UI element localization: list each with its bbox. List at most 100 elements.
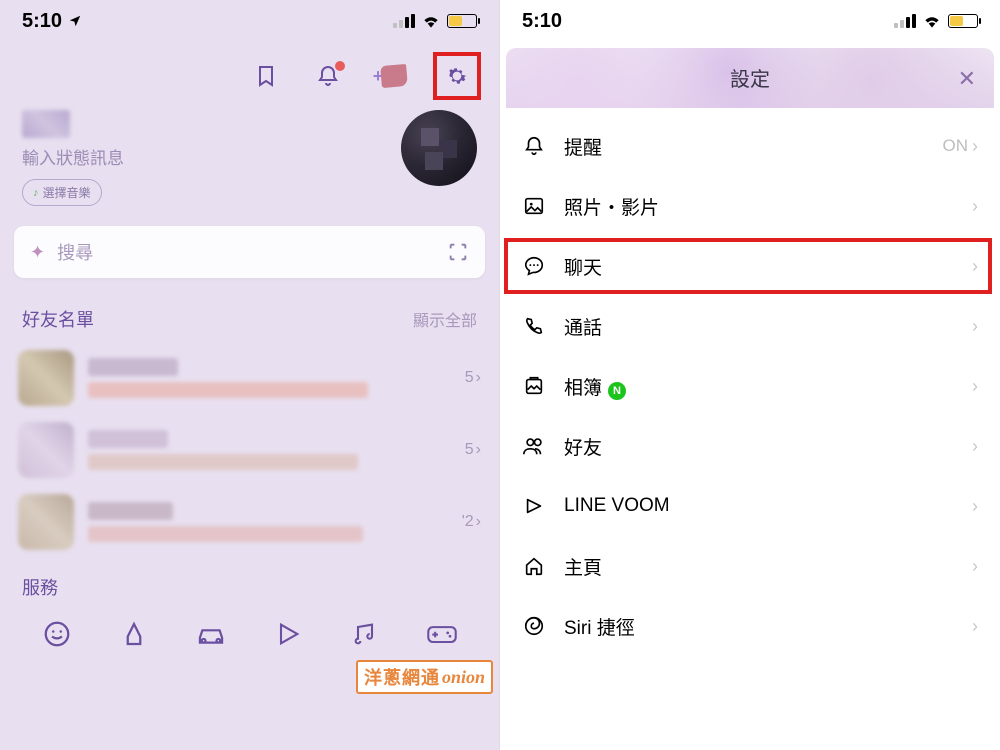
settings-value: › bbox=[972, 496, 978, 517]
location-icon bbox=[68, 14, 82, 28]
status-time: 5:10 bbox=[522, 10, 562, 33]
sticker-button[interactable] bbox=[37, 614, 77, 654]
friend-row[interactable]: 5› bbox=[0, 342, 499, 414]
phone-icon bbox=[522, 314, 546, 338]
friend-row[interactable]: 5› bbox=[0, 414, 499, 486]
settings-button[interactable] bbox=[438, 57, 476, 95]
friend-avatar-blurred bbox=[18, 422, 74, 478]
voom-icon bbox=[522, 494, 546, 518]
car-button[interactable] bbox=[191, 614, 231, 654]
watermark: 洋蔥網通 onion bbox=[356, 660, 493, 694]
settings-value: › bbox=[972, 196, 978, 217]
friends-icon bbox=[522, 434, 546, 458]
show-all-link[interactable]: 顯示全部 bbox=[413, 307, 477, 331]
battery-icon bbox=[948, 14, 978, 28]
friends-header: 好友名單 顯示全部 bbox=[0, 288, 499, 342]
settings-label: 相簿N bbox=[564, 373, 954, 400]
chat-icon bbox=[522, 254, 546, 278]
gamepad-icon bbox=[426, 621, 458, 647]
signal-icon bbox=[894, 14, 916, 28]
settings-row-friends[interactable]: 好友› bbox=[500, 416, 1000, 476]
settings-title: 設定 bbox=[730, 63, 770, 92]
watermark-en: onion bbox=[442, 667, 485, 688]
settings-value: ON› bbox=[943, 136, 979, 157]
sparkle-icon: ✦ bbox=[30, 242, 45, 263]
friend-avatar-blurred bbox=[18, 494, 74, 550]
friend-count: 5› bbox=[465, 369, 481, 387]
settings-label: 主頁 bbox=[564, 553, 954, 580]
settings-highlight-frame bbox=[433, 52, 481, 100]
music-chip[interactable]: ♪ 選擇音樂 bbox=[22, 179, 102, 206]
home-icon bbox=[522, 554, 546, 578]
settings-row-photo[interactable]: 照片・影片 › bbox=[500, 176, 1000, 236]
settings-row-phone[interactable]: 通話 › bbox=[500, 296, 1000, 356]
wifi-icon bbox=[421, 14, 441, 28]
play-button[interactable] bbox=[268, 614, 308, 654]
friend-avatar-blurred bbox=[18, 350, 74, 406]
brush-icon bbox=[119, 619, 149, 649]
status-placeholder[interactable]: 輸入狀態訊息 bbox=[22, 144, 124, 169]
service-icons bbox=[0, 604, 499, 664]
chevron-right-icon: › bbox=[972, 196, 978, 217]
friend-count: 5› bbox=[465, 441, 481, 459]
siri-icon bbox=[522, 614, 546, 638]
service-title: 服務 bbox=[0, 558, 499, 604]
smiley-icon bbox=[42, 619, 72, 649]
chevron-right-icon: › bbox=[972, 496, 978, 517]
settings-row-album[interactable]: 相簿N › bbox=[500, 356, 1000, 416]
status-indicators bbox=[894, 14, 978, 28]
settings-row-voom[interactable]: LINE VOOM › bbox=[500, 476, 1000, 536]
chevron-right-icon: › bbox=[972, 436, 978, 457]
settings-label: 照片・影片 bbox=[564, 193, 954, 220]
photo-icon bbox=[522, 194, 546, 218]
theme-button[interactable] bbox=[114, 614, 154, 654]
watermark-cn: 洋蔥網通 bbox=[364, 664, 440, 690]
car-icon bbox=[195, 619, 227, 649]
settings-row-bell[interactable]: 提醒 ON› bbox=[500, 116, 1000, 176]
chevron-right-icon: › bbox=[972, 556, 978, 577]
profile-name-blurred bbox=[22, 110, 70, 138]
notifications-button[interactable] bbox=[309, 57, 347, 95]
scan-icon[interactable] bbox=[447, 241, 469, 263]
music-button[interactable] bbox=[345, 614, 385, 654]
bookmark-button[interactable] bbox=[247, 57, 285, 95]
status-indicators bbox=[393, 14, 477, 28]
avatar[interactable] bbox=[401, 110, 477, 186]
settings-row-chat[interactable]: 聊天› bbox=[500, 236, 1000, 296]
profile-area: 輸入狀態訊息 ♪ 選擇音樂 bbox=[0, 106, 499, 216]
friends-title: 好友名單 bbox=[22, 306, 94, 332]
settings-list: 提醒ON›照片・影片›聊天›通話›相簿N›好友›LINE VOOM›主頁›Sir… bbox=[500, 108, 1000, 664]
game-button[interactable] bbox=[422, 614, 462, 654]
settings-value: › bbox=[972, 376, 978, 397]
clock-text: 5:10 bbox=[522, 10, 562, 33]
music-icon bbox=[351, 620, 379, 648]
play-icon bbox=[274, 620, 302, 648]
settings-value: › bbox=[972, 616, 978, 637]
notification-dot-icon bbox=[335, 61, 345, 71]
settings-value: › bbox=[972, 556, 978, 577]
character-icon bbox=[380, 64, 408, 88]
chevron-right-icon: › bbox=[972, 376, 978, 397]
new-badge: N bbox=[608, 382, 626, 400]
search-placeholder: 搜尋 bbox=[57, 239, 435, 265]
add-friend-button[interactable]: + bbox=[371, 57, 409, 95]
friend-count: '2› bbox=[462, 513, 481, 531]
bookmark-icon bbox=[254, 64, 278, 88]
search-bar[interactable]: ✦ 搜尋 bbox=[14, 226, 485, 278]
chevron-right-icon: › bbox=[972, 256, 978, 277]
status-bar: 5:10 bbox=[500, 0, 1000, 42]
friend-row[interactable]: '2› bbox=[0, 486, 499, 558]
settings-label: 通話 bbox=[564, 313, 954, 340]
chevron-right-icon: › bbox=[972, 616, 978, 637]
battery-icon bbox=[447, 14, 477, 28]
home-screen: 5:10 + bbox=[0, 0, 500, 750]
top-actions: + bbox=[0, 42, 499, 106]
settings-label: LINE VOOM bbox=[564, 495, 954, 517]
settings-screen: 5:10 設定 ✕ 提醒ON›照片・影片›聊天›通話›相簿N›好友›LINE V… bbox=[500, 0, 1000, 750]
settings-row-home[interactable]: 主頁 › bbox=[500, 536, 1000, 596]
settings-label: Siri 捷徑 bbox=[564, 613, 954, 640]
close-button[interactable]: ✕ bbox=[958, 66, 976, 92]
settings-value: › bbox=[972, 316, 978, 337]
settings-label: 提醒 bbox=[564, 133, 925, 160]
settings-row-siri[interactable]: Siri 捷徑 › bbox=[500, 596, 1000, 656]
